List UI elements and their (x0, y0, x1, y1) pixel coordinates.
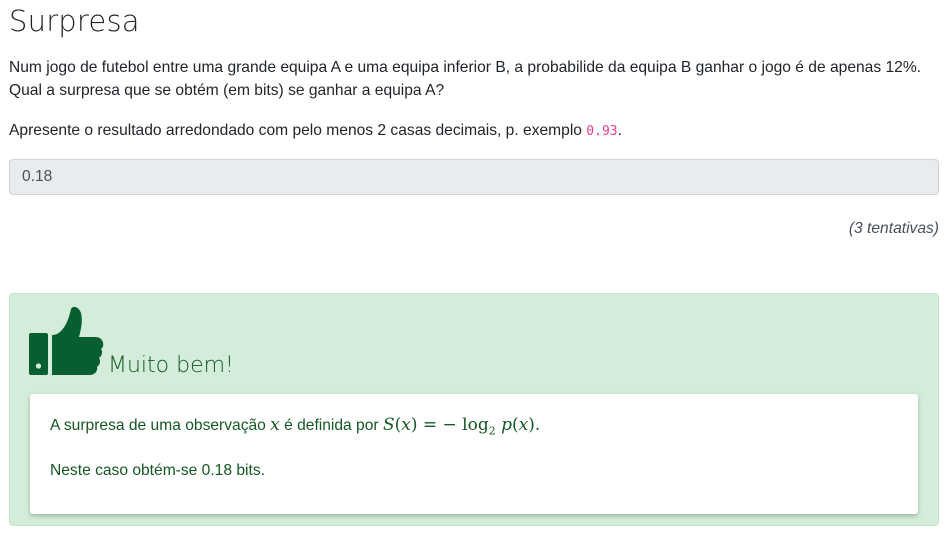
explanation-box: A surpresa de uma observação x é definid… (30, 394, 918, 514)
explanation-middle: é definida por (279, 417, 383, 434)
formula-s: S (382, 415, 395, 435)
explanation-prefix: A surpresa de uma observação (50, 417, 271, 434)
thumbs-up-icon (29, 306, 104, 375)
explanation-result: Neste caso obtém-se 0.18 bits. (50, 462, 265, 480)
example-code: 0.93 (586, 124, 618, 139)
question-text: Num jogo de futebol entre uma grande equ… (9, 59, 922, 99)
quiz-page: Surpresa Num jogo de futebol entre uma g… (0, 0, 951, 543)
feedback-panel: Muito bem! A surpresa de uma observação … (9, 293, 939, 526)
surprise-formula: S(x) = − log2 p(x). (382, 415, 541, 438)
instruction-suffix: . (617, 122, 622, 139)
page-title: Surpresa (9, 4, 140, 38)
math-variable: x (270, 415, 280, 435)
formula-arg-1: x (401, 415, 411, 435)
instruction-prefix: Apresente o resultado arredondado com pe… (9, 122, 587, 139)
formula-end: . (534, 415, 541, 435)
formula-p: p (501, 415, 513, 435)
verdict-text: Muito bem! (108, 353, 234, 378)
answer-input[interactable]: 0.18 (9, 159, 939, 195)
formula-eq-log: = − log (422, 415, 489, 435)
formula-base: 2 (488, 424, 496, 438)
formula-arg-2: x (518, 415, 529, 435)
instruction-text: Apresente o resultado arredondado com pe… (9, 119, 939, 143)
feedback-header: Muito bem! (29, 305, 234, 380)
attempts-counter: (3 tentativas) (848, 220, 939, 237)
explanation-definition: A surpresa de uma observação x é definid… (50, 413, 898, 443)
math-var-x: x (270, 415, 280, 435)
